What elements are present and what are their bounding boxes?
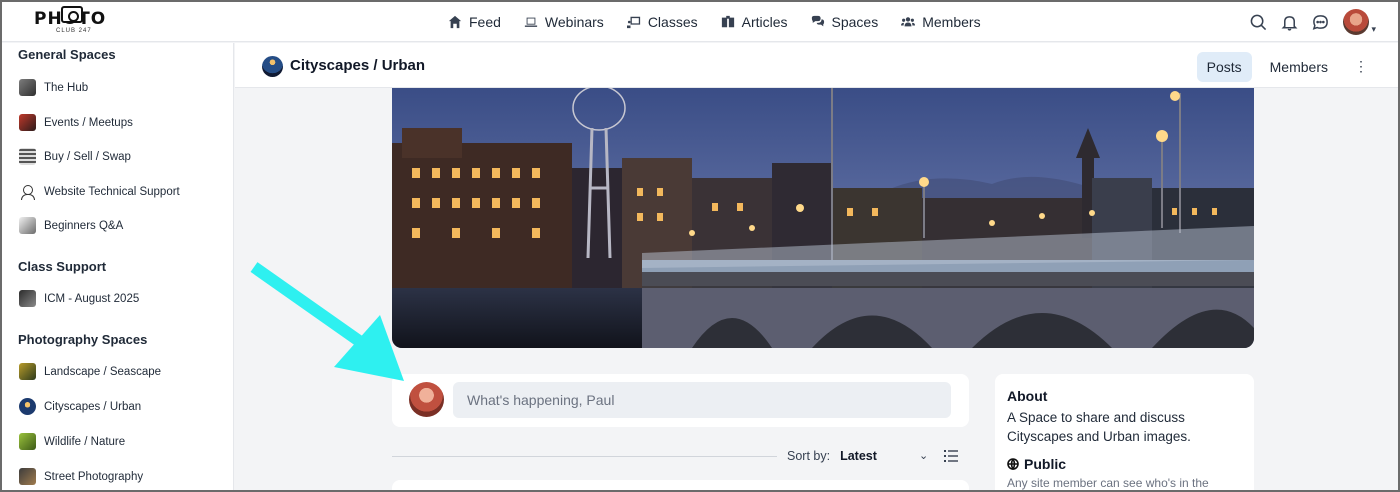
post-composer bbox=[392, 374, 969, 427]
bell-icon[interactable] bbox=[1281, 14, 1298, 31]
header-actions: ▾ bbox=[1250, 2, 1376, 42]
sidebar-item-street[interactable]: Street Photography bbox=[19, 468, 143, 485]
top-navigation-bar: PHOTO CLUB 247 Feed Webinars Classes Art… bbox=[2, 2, 1398, 42]
globe-icon bbox=[1007, 458, 1019, 470]
nav-members[interactable]: Members bbox=[901, 14, 981, 30]
space-thumbnail bbox=[19, 468, 36, 485]
chevron-down-icon[interactable]: ⌄ bbox=[919, 449, 928, 462]
sidebar-item-label: Events / Meetups bbox=[44, 116, 133, 129]
space-thumbnail bbox=[19, 217, 36, 234]
laptop-icon bbox=[524, 17, 538, 27]
space-thumbnail bbox=[19, 290, 36, 307]
home-icon bbox=[448, 15, 462, 29]
nav-feed[interactable]: Feed bbox=[448, 14, 501, 30]
sidebar-item-cityscapes[interactable]: Cityscapes / Urban bbox=[19, 398, 141, 415]
nav-webinars[interactable]: Webinars bbox=[524, 14, 604, 30]
main-nav: Feed Webinars Classes Articles Spaces Me… bbox=[448, 2, 981, 42]
users-icon bbox=[901, 17, 916, 27]
cityscape-illustration bbox=[392, 88, 1254, 348]
sidebar-item-tech-support[interactable]: Website Technical Support bbox=[19, 183, 180, 200]
sidebar-item-label: The Hub bbox=[44, 81, 89, 94]
space-tabs: Posts Members ⋮ bbox=[1196, 51, 1376, 82]
divider bbox=[392, 456, 777, 457]
nav-webinars-label: Webinars bbox=[544, 14, 604, 30]
sidebar-item-beginners[interactable]: Beginners Q&A bbox=[19, 217, 123, 234]
sidebar-item-landscape[interactable]: Landscape / Seascape bbox=[19, 363, 161, 380]
sidebar-item-label: Landscape / Seascape bbox=[44, 365, 162, 378]
search-icon[interactable] bbox=[1250, 14, 1267, 31]
user-icon bbox=[19, 183, 36, 200]
presentation-icon bbox=[626, 16, 640, 29]
nav-articles-label: Articles bbox=[741, 14, 788, 30]
spaces-sidebar: General Spaces The Hub Events / Meetups … bbox=[2, 43, 234, 490]
message-icon[interactable] bbox=[1312, 14, 1329, 31]
space-header: Cityscapes / Urban Posts Members ⋮ bbox=[235, 43, 1398, 88]
space-thumbnail bbox=[19, 398, 36, 415]
visibility-row: Public bbox=[1007, 456, 1242, 472]
space-thumbnail bbox=[19, 79, 36, 96]
sidebar-item-label: Buy / Sell / Swap bbox=[44, 150, 131, 163]
visibility-note: Any site member can see who's in the bbox=[1007, 476, 1209, 490]
list-view-icon[interactable] bbox=[944, 450, 958, 462]
sidebar-item-wildlife[interactable]: Wildlife / Nature bbox=[19, 433, 125, 450]
sidebar-item-label: Street Photography bbox=[44, 470, 144, 483]
sidebar-item-label: Cityscapes / Urban bbox=[44, 400, 142, 413]
nav-feed-label: Feed bbox=[469, 14, 501, 30]
space-thumbnail bbox=[19, 148, 36, 165]
space-avatar bbox=[262, 56, 283, 77]
sidebar-item-icm[interactable]: ICM - August 2025 bbox=[19, 290, 139, 307]
sidebar-section-title: Class Support bbox=[18, 259, 107, 274]
space-thumbnail bbox=[19, 114, 36, 131]
new-post-input[interactable] bbox=[453, 382, 951, 418]
space-cover-image bbox=[392, 88, 1254, 348]
sidebar-item-events[interactable]: Events / Meetups bbox=[19, 114, 133, 131]
space-title: Cityscapes / Urban bbox=[290, 57, 426, 74]
sort-control[interactable]: Sort by: Latest ⌄ bbox=[787, 449, 928, 463]
about-title: About bbox=[1007, 388, 1048, 404]
nav-spaces-label: Spaces bbox=[831, 14, 879, 30]
sidebar-item-label: Wildlife / Nature bbox=[44, 435, 126, 448]
chat-bubbles-icon bbox=[811, 15, 824, 27]
tab-members[interactable]: Members bbox=[1260, 52, 1338, 82]
tab-posts[interactable]: Posts bbox=[1196, 51, 1252, 82]
sidebar-item-label: Beginners Q&A bbox=[44, 219, 124, 232]
about-panel: About A Space to share and discuss Citys… bbox=[995, 374, 1254, 490]
sidebar-item-the-hub[interactable]: The Hub bbox=[19, 79, 88, 96]
nav-members-label: Members bbox=[922, 14, 981, 30]
annotation-arrow-icon bbox=[250, 262, 404, 381]
space-thumbnail bbox=[19, 433, 36, 450]
space-thumbnail bbox=[19, 363, 36, 380]
camera-icon bbox=[61, 6, 83, 23]
app-window: PHOTO CLUB 247 Feed Webinars Classes Art… bbox=[0, 0, 1400, 492]
chevron-down-icon[interactable]: ▾ bbox=[1371, 24, 1376, 35]
nav-articles[interactable]: Articles bbox=[721, 14, 788, 30]
visibility-label: Public bbox=[1024, 456, 1067, 472]
nav-classes[interactable]: Classes bbox=[626, 14, 698, 30]
sidebar-item-label: Website Technical Support bbox=[44, 185, 180, 198]
sort-value[interactable]: Latest bbox=[840, 449, 877, 463]
more-options-icon[interactable]: ⋮ bbox=[1346, 51, 1376, 82]
about-description: A Space to share and discuss Cityscapes … bbox=[1007, 410, 1191, 444]
user-avatar[interactable] bbox=[1343, 9, 1370, 35]
site-logo[interactable]: PHOTO CLUB 247 bbox=[34, 5, 106, 35]
sidebar-section-title: Photography Spaces bbox=[18, 332, 148, 347]
sort-label: Sort by: bbox=[787, 449, 831, 463]
nav-classes-label: Classes bbox=[647, 14, 698, 30]
sidebar-item-label: ICM - August 2025 bbox=[44, 292, 140, 305]
feed-post-card bbox=[392, 480, 969, 490]
logo-subtext: CLUB 247 bbox=[56, 28, 92, 34]
composer-avatar bbox=[409, 382, 444, 417]
sidebar-item-buy-sell[interactable]: Buy / Sell / Swap bbox=[19, 148, 131, 165]
book-icon bbox=[721, 15, 734, 28]
sidebar-section-title: General Spaces bbox=[18, 47, 116, 62]
nav-spaces[interactable]: Spaces bbox=[811, 14, 879, 30]
